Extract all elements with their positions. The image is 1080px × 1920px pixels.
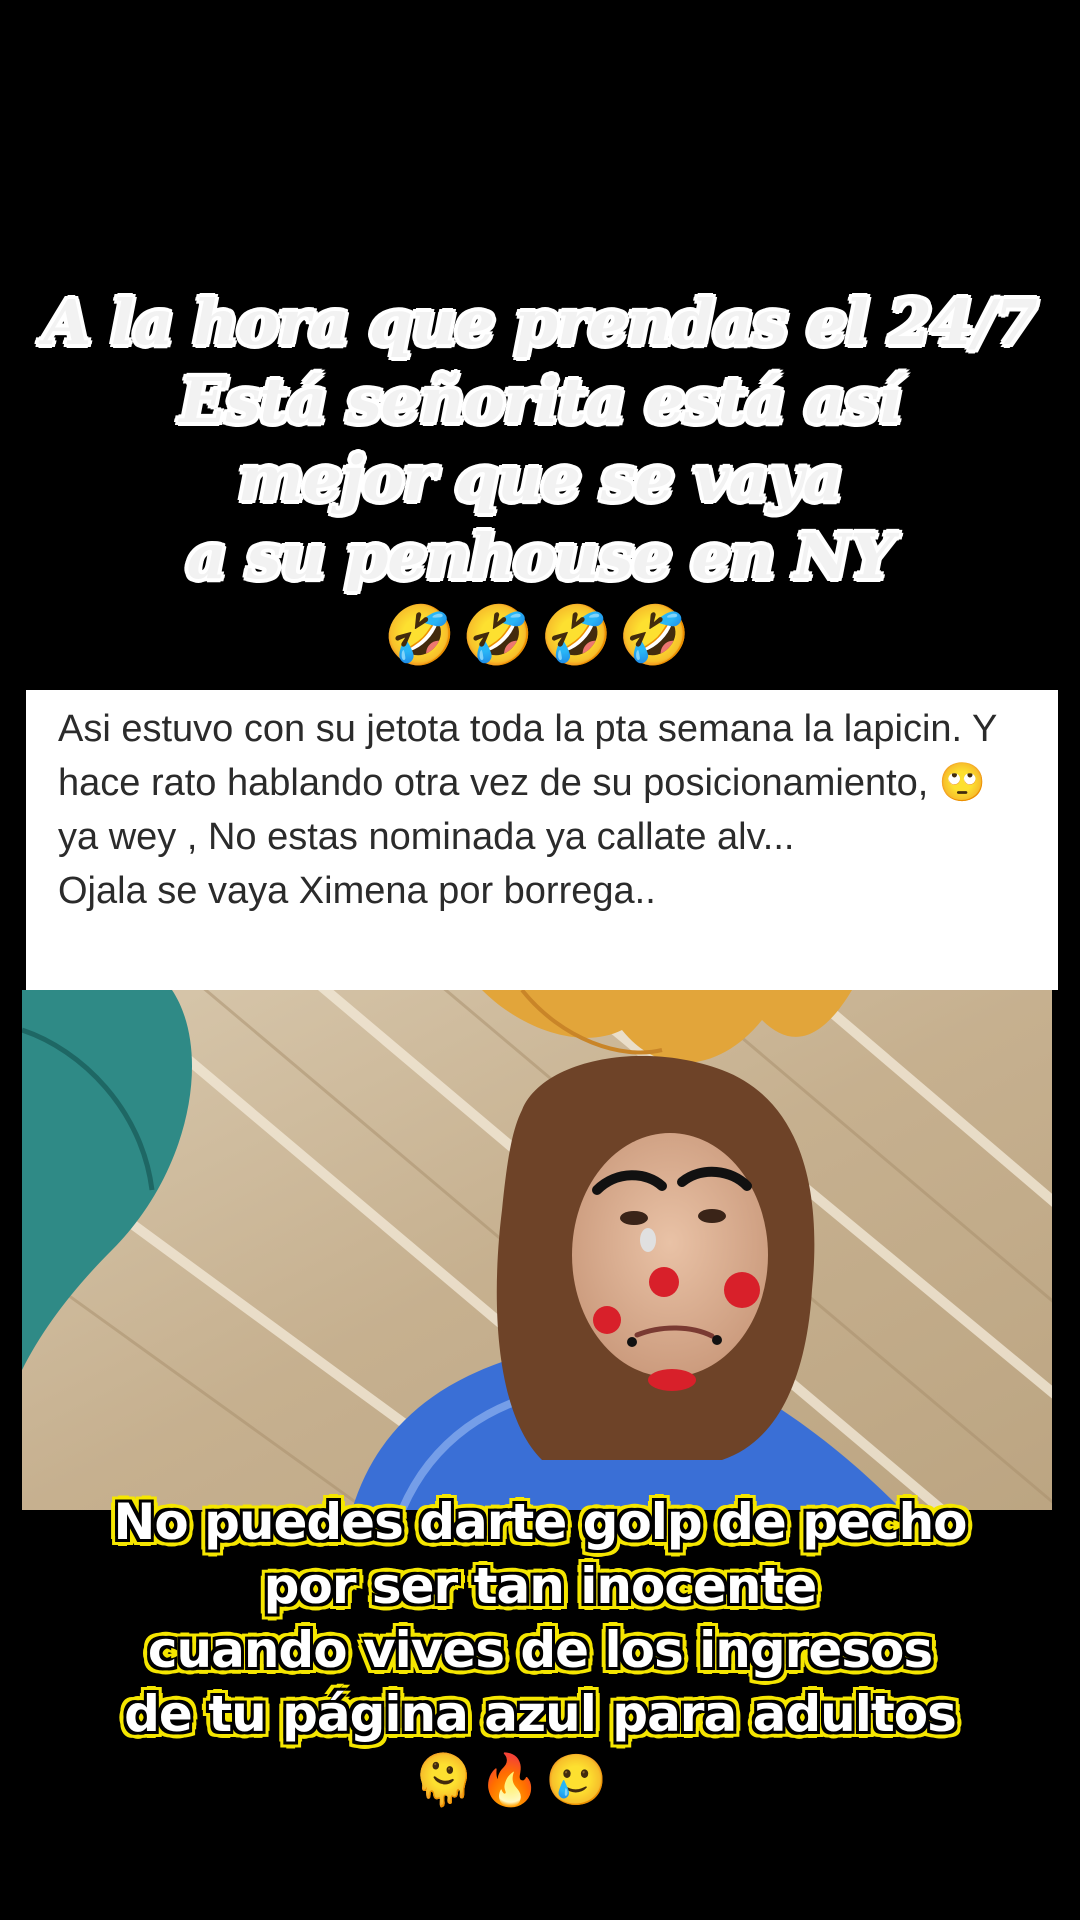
comment-card: Asi estuvo con su jetota toda la pta sem… <box>26 690 1058 990</box>
bottom-caption-line: cuando vives de los ingresos <box>147 1620 934 1680</box>
top-caption-emojis: 🤣🤣🤣🤣 <box>383 601 697 669</box>
photo-illustration <box>22 990 1052 1510</box>
bottom-caption-line: No puedes darte golp de pecho <box>112 1492 968 1552</box>
bottom-caption-line: de tu página azul para adultos <box>123 1684 958 1744</box>
comment-text: Asi estuvo con su jetota toda la pta sem… <box>58 708 997 912</box>
photo <box>22 990 1052 1510</box>
bottom-caption: No puedes darte golp de pecho por ser ta… <box>0 1490 1080 1810</box>
bottom-caption-emojis: 🫠🔥🥲😑 <box>412 1751 668 1809</box>
top-caption-line: mejor que se vaya <box>237 441 845 517</box>
bottom-caption-line: por ser tan inocente <box>263 1556 819 1616</box>
top-caption-line: a su penhouse en NY <box>185 519 896 595</box>
top-caption: A la hora que prendas el 24/7 Está señor… <box>0 284 1080 669</box>
video-frame: A la hora que prendas el 24/7 Está señor… <box>0 0 1080 1920</box>
top-caption-line: Está señorita está así <box>178 363 903 439</box>
top-caption-line: A la hora que prendas el 24/7 <box>42 285 1040 361</box>
